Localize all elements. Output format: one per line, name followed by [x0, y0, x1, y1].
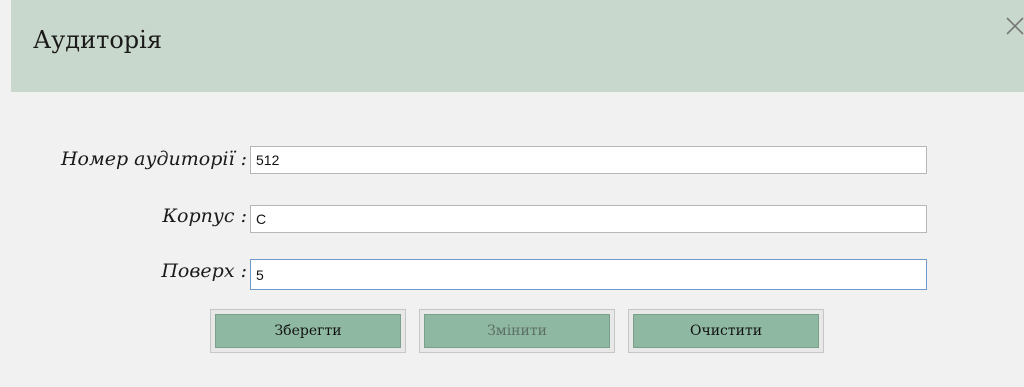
save-button-label: Зберегти	[215, 314, 401, 348]
floor-label: Поверх :	[161, 260, 247, 282]
edit-button[interactable]: Змінити	[419, 309, 615, 353]
clear-button[interactable]: Очистити	[628, 309, 824, 353]
clear-button-label: Очистити	[633, 314, 819, 348]
building-label: Корпус :	[162, 205, 247, 227]
floor-field[interactable]	[250, 259, 927, 290]
dialog-title: Аудиторія	[33, 26, 162, 54]
close-icon[interactable]	[1003, 14, 1024, 38]
room-number-label: Номер аудиторії :	[60, 148, 247, 170]
building-field[interactable]	[250, 205, 927, 233]
dialog-header: Аудиторія	[11, 0, 1024, 92]
save-button[interactable]: Зберегти	[210, 309, 406, 353]
room-number-field[interactable]	[250, 146, 927, 174]
edit-button-label: Змінити	[424, 314, 610, 348]
